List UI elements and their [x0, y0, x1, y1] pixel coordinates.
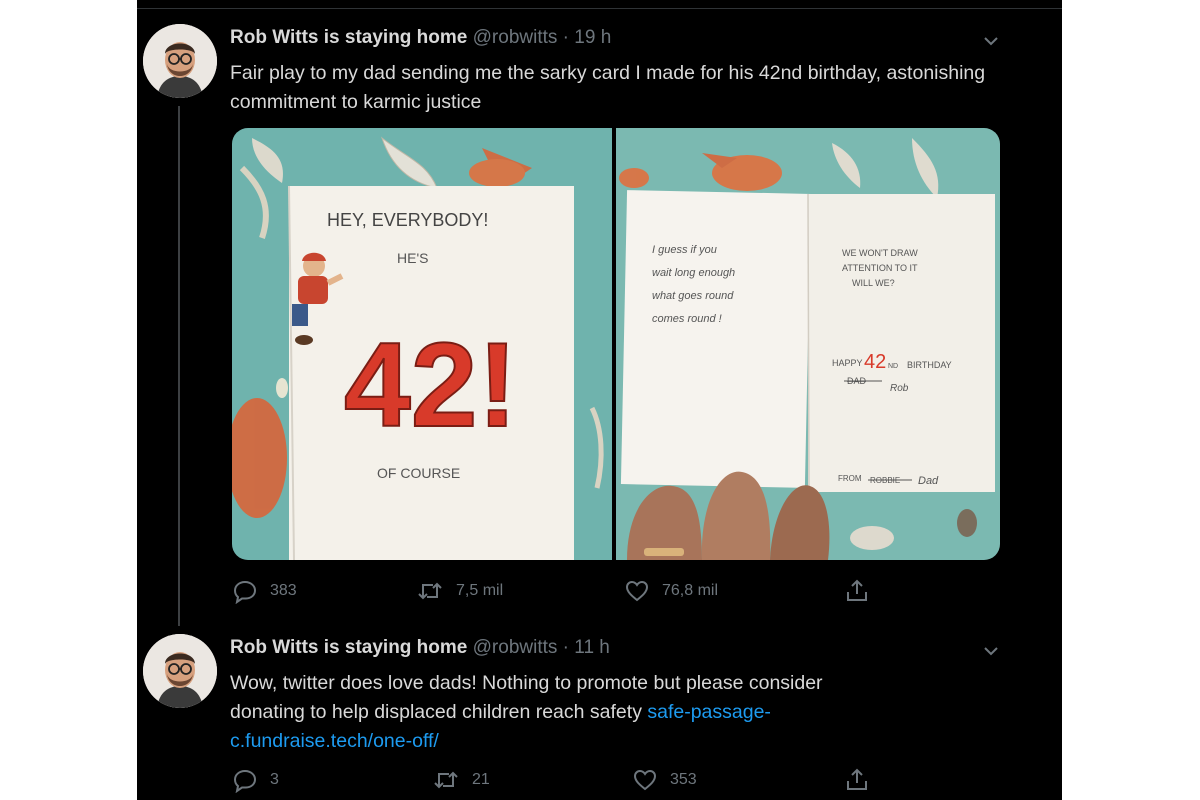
- chevron-down-icon: [984, 647, 998, 656]
- like-button[interactable]: 76,8 mil: [624, 578, 718, 604]
- like-icon: [633, 769, 657, 791]
- share-button[interactable]: [844, 767, 870, 793]
- retweet-icon: [418, 582, 442, 600]
- tweet-text: Wow, twitter does love dads! Nothing to …: [230, 669, 870, 756]
- like-button[interactable]: 353: [632, 767, 697, 793]
- card-birthday: BIRTHDAY: [907, 360, 952, 370]
- like-count: 353: [670, 771, 697, 788]
- card-number: 42: [864, 351, 886, 373]
- link-part[interactable]: c.fundraise.tech/one-off/: [230, 730, 439, 752]
- reply-count: 383: [270, 582, 297, 599]
- retweet-icon: [434, 771, 458, 789]
- tweet-photo[interactable]: HEY, EVERYBODY! HE'S 42! OF COURSE I gue…: [232, 128, 1000, 560]
- retweet-count: 21: [472, 771, 490, 788]
- card-from-label: FROM: [838, 474, 862, 483]
- thread-connector: [178, 106, 180, 626]
- link-part[interactable]: safe-passage-: [647, 701, 771, 723]
- more-options-button[interactable]: [980, 640, 1002, 662]
- reply-icon: [233, 769, 257, 793]
- card-front-line2: HE'S: [397, 250, 428, 266]
- retweet-button[interactable]: 21: [432, 767, 490, 793]
- separator: ·: [562, 27, 569, 48]
- card-inside-left-line: wait long enough: [652, 267, 735, 279]
- card-to-name: Rob: [890, 383, 909, 394]
- card-front-number: 42!: [344, 318, 517, 452]
- tweet[interactable]: Rob Witts is staying home @robwitts · 19…: [137, 0, 1062, 626]
- card-inside-left-line: I guess if you: [652, 244, 717, 256]
- like-count: 76,8 mil: [662, 582, 719, 599]
- reply-count: 3: [270, 771, 279, 788]
- tweet-header: Rob Witts is staying home @robwitts · 11…: [230, 637, 610, 659]
- tweet-text: Fair play to my dad sending me the sarky…: [230, 62, 986, 113]
- card-front-line3: OF COURSE: [377, 465, 460, 481]
- share-button[interactable]: [844, 578, 870, 604]
- card-front-line1: HEY, EVERYBODY!: [327, 210, 488, 230]
- share-icon: [847, 579, 867, 601]
- card-happy: HAPPY: [832, 358, 863, 368]
- timestamp[interactable]: 11 h: [574, 637, 610, 658]
- card-from-name: Dad: [918, 475, 939, 487]
- display-name[interactable]: Rob Witts is staying home: [230, 637, 467, 658]
- reply-button[interactable]: 383: [232, 578, 297, 604]
- retweet-count: 7,5 mil: [456, 582, 504, 599]
- tweet[interactable]: Rob Witts is staying home @robwitts · 11…: [137, 620, 1062, 800]
- tweet-actions: 383 7,5 mil 76,8 mil: [232, 578, 1000, 608]
- chevron-down-icon: [984, 37, 998, 46]
- card-inside-right-line: WE WON'T DRAW: [842, 248, 918, 258]
- reply-icon: [233, 580, 257, 604]
- handle[interactable]: @robwitts: [473, 27, 558, 48]
- card-number-suffix: ND: [888, 363, 898, 370]
- display-name[interactable]: Rob Witts is staying home: [230, 27, 467, 48]
- card-inside-left-line: comes round !: [652, 313, 722, 325]
- tweet-header: Rob Witts is staying home @robwitts · 19…: [230, 27, 611, 49]
- retweet-button[interactable]: 7,5 mil: [416, 578, 503, 604]
- card-inside-right-line: WILL WE?: [852, 278, 895, 288]
- like-icon: [625, 580, 649, 602]
- share-icon: [847, 768, 867, 790]
- timeline: Rob Witts is staying home @robwitts · 19…: [137, 0, 1062, 800]
- card-inside-left-line: what goes round: [652, 290, 734, 302]
- card-inside-right-line: ATTENTION TO IT: [842, 263, 918, 273]
- tweet-actions: 3 21 353: [232, 767, 1000, 797]
- avatar[interactable]: [143, 24, 217, 98]
- separator: ·: [562, 637, 569, 658]
- handle[interactable]: @robwitts: [473, 637, 558, 658]
- timestamp[interactable]: 19 h: [574, 27, 611, 48]
- more-options-button[interactable]: [980, 30, 1002, 52]
- avatar[interactable]: [143, 634, 217, 708]
- reply-button[interactable]: 3: [232, 767, 279, 793]
